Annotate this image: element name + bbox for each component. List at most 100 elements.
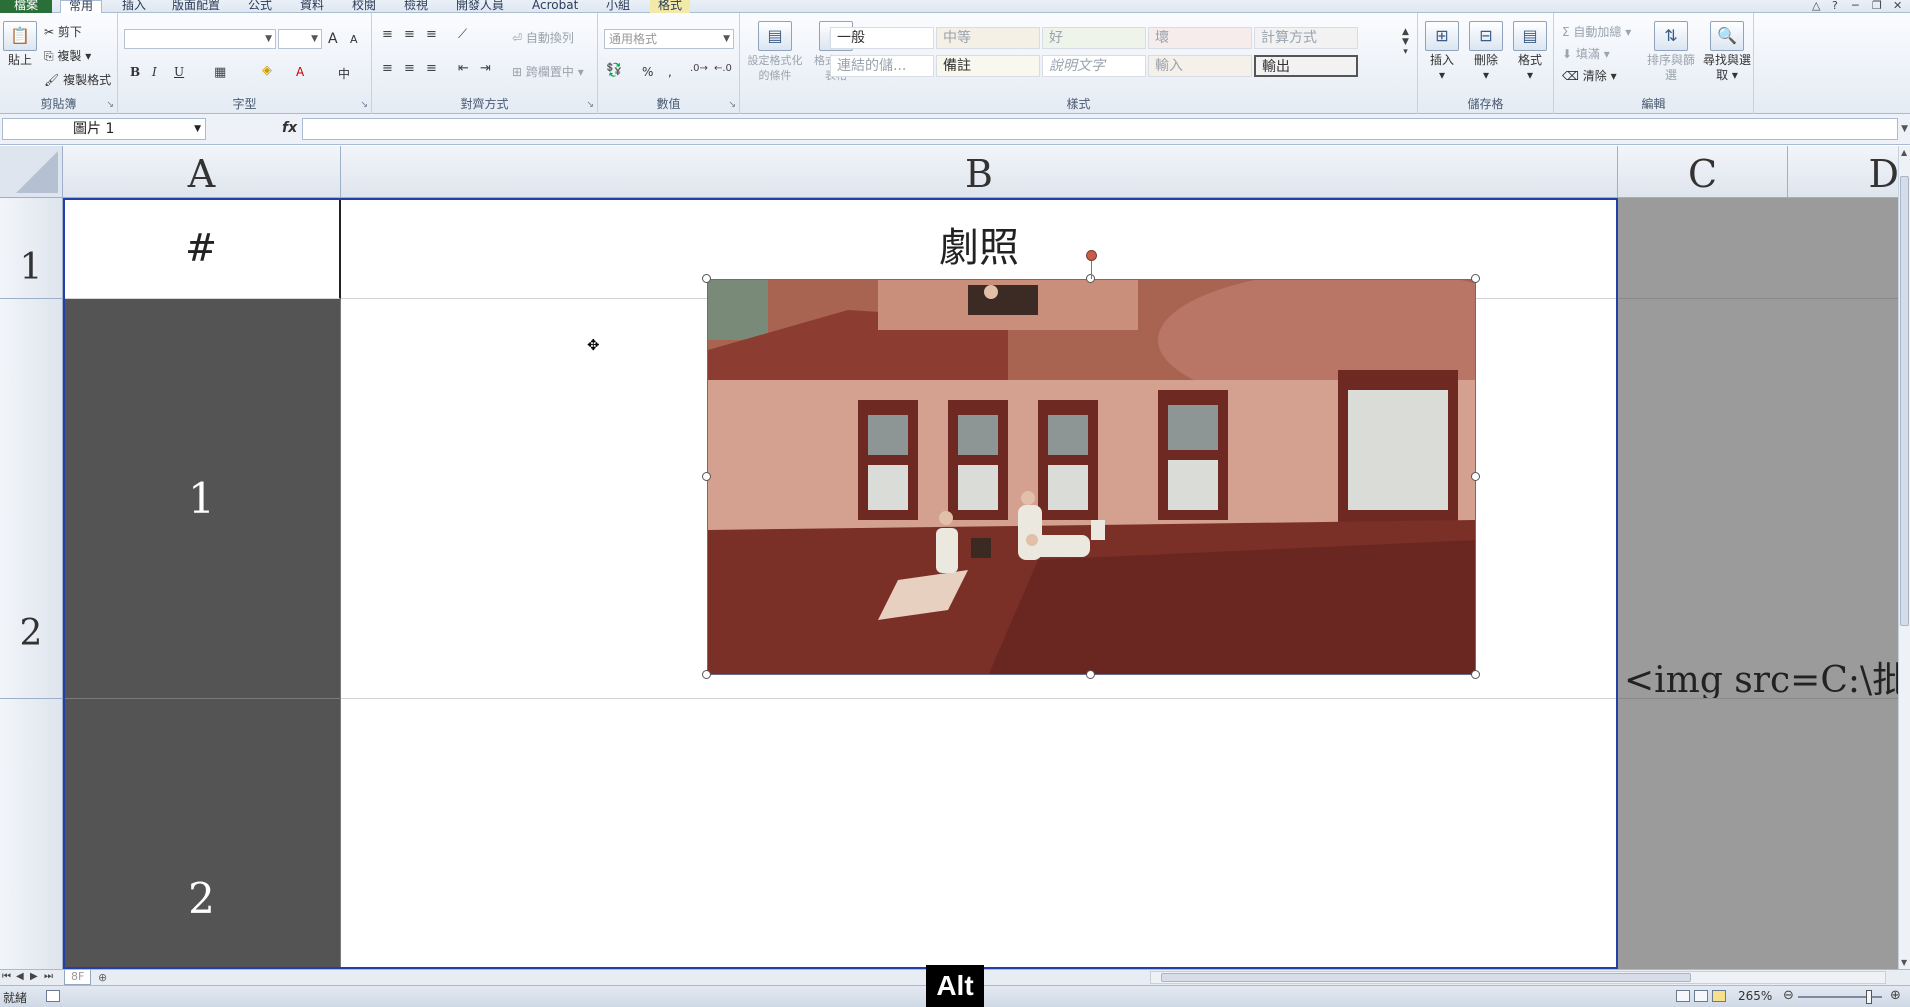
column-header-b[interactable]: B: [341, 146, 1618, 198]
zoom-in-icon[interactable]: ⊕: [1890, 988, 1901, 1003]
row-header-1[interactable]: 1: [0, 198, 63, 299]
last-sheet-icon[interactable]: ⏭: [44, 971, 53, 982]
format-cells-button[interactable]: ▤ 格式 ▾: [1510, 21, 1550, 83]
decrease-decimal-icon[interactable]: ←.0: [714, 63, 732, 74]
resize-handle-sw[interactable]: [702, 670, 711, 679]
cell-c2[interactable]: <img src=C:\批量: [1618, 299, 1898, 699]
tab-data[interactable]: 資料: [300, 0, 324, 13]
cell-style-6[interactable]: 備註: [936, 55, 1040, 77]
font-name-combo[interactable]: ▼: [124, 29, 276, 49]
italic-button[interactable]: I: [152, 65, 157, 79]
tab-picture-format[interactable]: 格式: [650, 0, 691, 13]
resize-handle-ne[interactable]: [1471, 274, 1480, 283]
resize-handle-w[interactable]: [702, 472, 711, 481]
cell-a3[interactable]: 2: [63, 699, 341, 969]
currency-icon[interactable]: 💱: [606, 63, 622, 78]
cell-style-9[interactable]: 輸出: [1254, 55, 1358, 77]
cell-style-2[interactable]: 好: [1042, 27, 1146, 49]
tab-acrobat[interactable]: Acrobat: [532, 0, 578, 13]
autosum-button[interactable]: Σ 自動加總 ▾: [1562, 23, 1631, 40]
indent-increase-icon[interactable]: ⇥: [480, 61, 491, 76]
column-header-d[interactable]: D: [1788, 146, 1898, 198]
comma-button[interactable]: ,: [668, 65, 672, 79]
fill-color-icon[interactable]: ◈: [262, 63, 272, 78]
align-bottom-icon[interactable]: ≡: [426, 27, 437, 42]
tab-insert[interactable]: 插入: [122, 0, 146, 13]
resize-handle-nw[interactable]: [702, 274, 711, 283]
restore-icon[interactable]: ❐: [1872, 0, 1882, 11]
scroll-down-icon[interactable]: ▼: [1901, 958, 1907, 967]
column-header-a[interactable]: A: [63, 146, 341, 198]
align-right-icon[interactable]: ≡: [426, 61, 437, 76]
dialog-launcher-icon[interactable]: ↘: [106, 100, 114, 110]
tab-review[interactable]: 校閱: [352, 0, 376, 13]
clear-button[interactable]: ⌫ 清除 ▾: [1562, 67, 1617, 84]
indent-decrease-icon[interactable]: ⇤: [458, 61, 469, 76]
page-layout-view-icon[interactable]: [1694, 990, 1708, 1002]
format-painter-button[interactable]: 🖌 複製格式: [44, 71, 111, 88]
cell-c3[interactable]: [1618, 699, 1898, 969]
new-sheet-icon[interactable]: ⊕: [98, 971, 107, 984]
shrink-font-button[interactable]: A: [350, 33, 358, 46]
cell-style-8[interactable]: 輸入: [1148, 55, 1252, 77]
cell-style-5[interactable]: 連結的儲...: [830, 55, 934, 77]
merge-center-button[interactable]: ⊞ 跨欄置中 ▾: [512, 63, 584, 80]
insert-function-button[interactable]: fx: [282, 120, 297, 136]
wrap-text-button[interactable]: ⏎ 自動換列: [512, 29, 574, 46]
tab-file[interactable]: 檔案: [0, 0, 52, 13]
cell-style-0[interactable]: 一般: [830, 27, 934, 49]
dialog-launcher-icon[interactable]: ↘: [728, 100, 736, 110]
horizontal-scrollbar[interactable]: [1150, 971, 1886, 984]
paste-button[interactable]: 📋 貼上: [2, 21, 38, 68]
find-select-button[interactable]: 🔍 尋找與選取 ▾: [1702, 21, 1752, 83]
align-top-icon[interactable]: ≡: [382, 27, 393, 42]
help-icon[interactable]: ?: [1832, 0, 1838, 11]
cell-style-7[interactable]: 說明文字: [1042, 55, 1146, 77]
conditional-format-button[interactable]: ▤ 設定格式化的條件: [746, 21, 804, 83]
normal-view-icon[interactable]: [1676, 990, 1690, 1002]
tab-view[interactable]: 檢視: [404, 0, 428, 13]
percent-button[interactable]: %: [642, 65, 653, 79]
collapse-ribbon-icon[interactable]: △: [1812, 0, 1820, 11]
tab-developer[interactable]: 開發人員: [456, 0, 504, 13]
border-icon[interactable]: ▦: [214, 65, 226, 80]
cut-button[interactable]: ✂ 剪下: [44, 23, 82, 40]
cell-style-3[interactable]: 壞: [1148, 27, 1252, 49]
cell-c1[interactable]: [1618, 198, 1898, 299]
increase-decimal-icon[interactable]: .0→: [690, 63, 708, 74]
tab-formulas[interactable]: 公式: [248, 0, 272, 13]
cell-a1[interactable]: #: [63, 198, 341, 299]
fill-button[interactable]: ⬇ 填滿 ▾: [1562, 45, 1610, 62]
phonetic-button[interactable]: 中: [338, 65, 350, 82]
align-left-icon[interactable]: ≡: [382, 61, 393, 76]
row-header-2[interactable]: 2: [0, 299, 63, 699]
tab-home[interactable]: 常用: [60, 0, 103, 13]
vertical-scroll-thumb[interactable]: [1900, 176, 1909, 626]
vertical-scrollbar[interactable]: ▲ ▼: [1898, 146, 1910, 969]
tab-page-layout[interactable]: 版面配置: [172, 0, 220, 13]
sheet-tab[interactable]: 8F: [64, 970, 92, 985]
column-header-c[interactable]: C: [1618, 146, 1788, 198]
page-break-view-icon[interactable]: [1712, 990, 1726, 1002]
number-format-combo[interactable]: 通用格式 ▼: [604, 29, 734, 49]
grow-font-button[interactable]: A: [328, 31, 338, 47]
next-sheet-icon[interactable]: ▶: [30, 971, 38, 982]
select-all-button[interactable]: [0, 146, 63, 198]
embedded-picture[interactable]: [707, 279, 1476, 675]
cell-style-4[interactable]: 計算方式: [1254, 27, 1358, 49]
expand-formula-icon[interactable]: ▼: [1901, 124, 1908, 134]
resize-handle-e[interactable]: [1471, 472, 1480, 481]
dialog-launcher-icon[interactable]: ↘: [360, 100, 368, 110]
align-center-icon[interactable]: ≡: [404, 61, 415, 76]
delete-cells-button[interactable]: ⊟ 刪除 ▾: [1466, 21, 1506, 83]
dialog-launcher-icon[interactable]: ↘: [586, 100, 594, 110]
formula-input[interactable]: [302, 118, 1898, 140]
tab-team[interactable]: 小組: [606, 0, 630, 13]
zoom-out-icon[interactable]: ⊖: [1783, 988, 1794, 1003]
resize-handle-s[interactable]: [1086, 670, 1095, 679]
font-color-button[interactable]: A: [296, 65, 304, 79]
font-size-combo[interactable]: ▼: [278, 29, 322, 49]
bold-button[interactable]: B: [130, 65, 140, 79]
prev-sheet-icon[interactable]: ◀: [16, 971, 24, 982]
cell-style-1[interactable]: 中等: [936, 27, 1040, 49]
